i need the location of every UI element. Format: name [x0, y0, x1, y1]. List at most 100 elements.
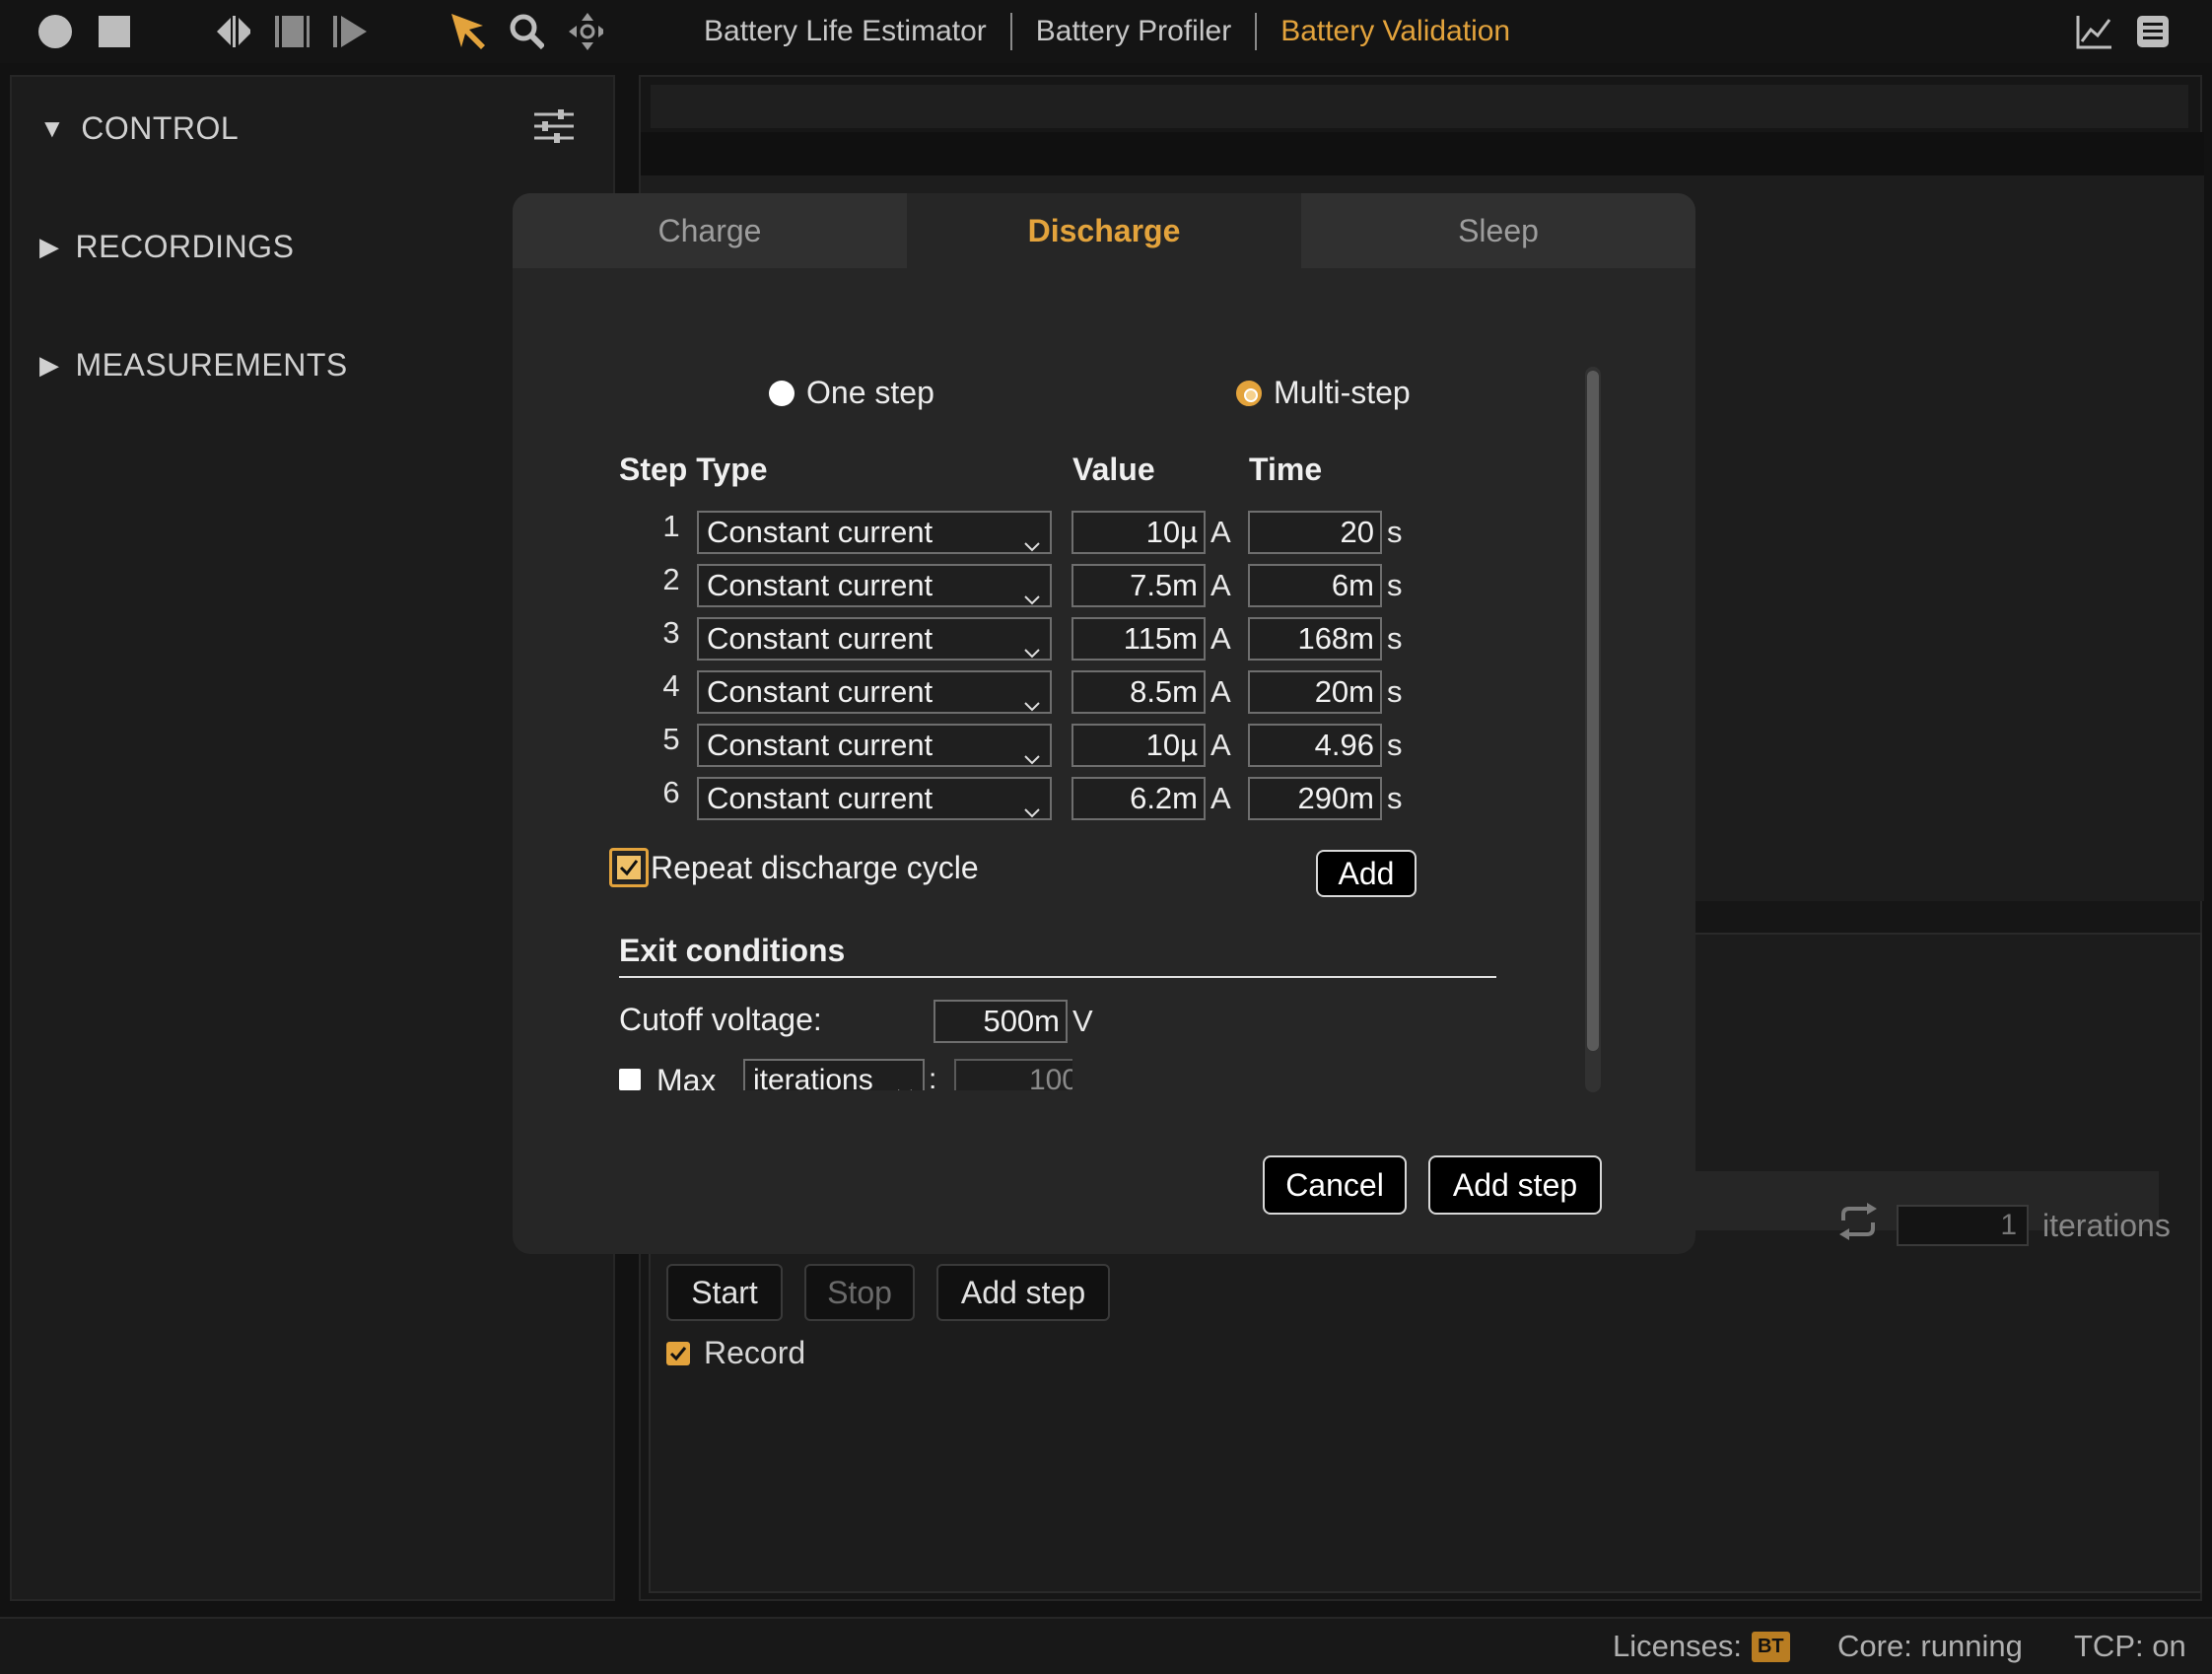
step-time-input[interactable]: 4.96 [1248, 724, 1382, 767]
radio-off-icon [769, 381, 795, 406]
triangle-down-icon: ▼ [39, 113, 65, 144]
top-toolbar: Battery Life Estimator Battery Profiler … [0, 0, 2212, 63]
col-step-type: Step Type [619, 452, 768, 488]
step-value-input[interactable]: 115m [1071, 617, 1206, 661]
chevron-down-icon [895, 1073, 915, 1090]
step-number: 4 [657, 668, 686, 704]
stop-button[interactable]: Stop [804, 1264, 915, 1321]
status-bar: Licenses: BT Core: running TCP: on [0, 1617, 2212, 1674]
record-checkbox[interactable]: Record [666, 1335, 805, 1371]
tab-battery-validation[interactable]: Battery Validation [1257, 15, 1534, 48]
section-label: RECORDINGS [76, 229, 295, 265]
radio-label: One step [806, 375, 934, 411]
max-label: Max [657, 1063, 716, 1090]
max-value-input[interactable]: 100 [954, 1059, 1072, 1090]
menu-icon[interactable] [2135, 14, 2171, 49]
step-forward-icon[interactable] [331, 14, 367, 49]
max-checkbox[interactable] [619, 1069, 641, 1090]
iterations-label: iterations [2042, 1208, 2171, 1244]
chart-icon[interactable] [2076, 14, 2111, 49]
iterations-input[interactable]: 1 [1897, 1205, 2029, 1246]
iterations-control: 1 iterations [1837, 1203, 2171, 1248]
radio-multi-step[interactable]: Multi-step [1236, 375, 1411, 411]
cutoff-unit: V [1072, 1000, 1093, 1043]
step-type-select[interactable]: Constant current [697, 777, 1052, 820]
time-unit: s [1387, 617, 1403, 661]
step-type-select[interactable]: Constant current [697, 617, 1052, 661]
license-badge: BT [1752, 1632, 1790, 1662]
triangle-right-icon: ▶ [39, 350, 60, 381]
step-row: 2 Constant current 7.5m A 6m s [513, 562, 1695, 607]
repeat-discharge-checkbox[interactable]: Repeat discharge cycle [609, 848, 979, 887]
step-value-input[interactable]: 6.2m [1071, 777, 1206, 820]
section-label: CONTROL [81, 110, 239, 147]
step-type-select[interactable]: Constant current [697, 564, 1052, 607]
col-time: Time [1249, 452, 1322, 488]
pan-icon[interactable] [568, 14, 603, 49]
cutoff-voltage-label: Cutoff voltage: [619, 1002, 822, 1038]
step-value-input[interactable]: 8.5m [1071, 670, 1206, 714]
section-label: MEASUREMENTS [76, 347, 348, 384]
licenses-status: Licenses: BT [1613, 1629, 1790, 1664]
step-time-input[interactable]: 6m [1248, 564, 1382, 607]
step-value-input[interactable]: 10µ [1071, 511, 1206, 554]
col-value: Value [1072, 452, 1155, 488]
tab-battery-life-estimator[interactable]: Battery Life Estimator [680, 15, 1010, 48]
time-unit: s [1387, 511, 1403, 554]
discharge-dialog: Charge Discharge Sleep One step Multi-st… [513, 193, 1695, 1254]
step-number: 2 [657, 562, 686, 597]
value-unit: A [1210, 724, 1231, 767]
tab-charge[interactable]: Charge [513, 193, 907, 268]
stop-icon[interactable] [97, 14, 132, 49]
record-label: Record [704, 1335, 805, 1371]
scrollbar-thumb[interactable] [1587, 371, 1599, 1051]
step-time-input[interactable]: 168m [1248, 617, 1382, 661]
max-type-select[interactable]: iterations [743, 1059, 925, 1090]
zoom-icon[interactable] [509, 14, 544, 49]
time-unit: s [1387, 564, 1403, 607]
section-control[interactable]: ▼ CONTROL [39, 110, 239, 147]
tab-sleep[interactable]: Sleep [1301, 193, 1695, 268]
licenses-label: Licenses: [1613, 1629, 1742, 1664]
add-step-button[interactable]: Add step [1428, 1155, 1602, 1215]
section-measurements[interactable]: ▶ MEASUREMENTS [39, 347, 348, 384]
tab-battery-profiler[interactable]: Battery Profiler [1012, 15, 1255, 48]
step-number: 3 [657, 615, 686, 651]
step-number: 6 [657, 775, 686, 810]
step-time-input[interactable]: 290m [1248, 777, 1382, 820]
time-unit: s [1387, 670, 1403, 714]
cutoff-voltage-input[interactable]: 500m [933, 1000, 1068, 1043]
add-step-button-bg[interactable]: Add step [936, 1264, 1110, 1321]
pointer-icon[interactable] [449, 14, 485, 49]
record-icon[interactable] [37, 14, 73, 49]
repeat-label: Repeat discharge cycle [651, 850, 979, 886]
checkbox-checked-icon [609, 848, 649, 887]
step-type-select[interactable]: Constant current [697, 670, 1052, 714]
split-icon[interactable] [215, 14, 250, 49]
add-button[interactable]: Add [1316, 850, 1417, 897]
cancel-button[interactable]: Cancel [1263, 1155, 1407, 1215]
section-recordings[interactable]: ▶ RECORDINGS [39, 229, 294, 265]
chevron-down-icon [1022, 791, 1042, 830]
frame-icon[interactable] [274, 14, 310, 49]
tcp-status: TCP: on [2074, 1629, 2186, 1664]
step-row: 6 Constant current 6.2m A 290m s [513, 775, 1695, 820]
chevron-down-icon [1022, 578, 1042, 617]
tab-discharge[interactable]: Discharge [907, 193, 1301, 268]
step-time-input[interactable]: 20 [1248, 511, 1382, 554]
step-row: 4 Constant current 8.5m A 20m s [513, 668, 1695, 714]
value-unit: A [1210, 617, 1231, 661]
radio-one-step[interactable]: One step [769, 375, 934, 411]
step-value-input[interactable]: 7.5m [1071, 564, 1206, 607]
step-value-input[interactable]: 10µ [1071, 724, 1206, 767]
step-type-select[interactable]: Constant current [697, 511, 1052, 554]
step-number: 1 [657, 509, 686, 544]
start-button[interactable]: Start [666, 1264, 783, 1321]
triangle-right-icon: ▶ [39, 232, 60, 262]
step-time-input[interactable]: 20m [1248, 670, 1382, 714]
sliders-icon[interactable] [532, 106, 576, 151]
value-unit: A [1210, 670, 1231, 714]
max-condition-row: Max iterations : 100 [619, 1059, 1072, 1090]
step-type-select[interactable]: Constant current [697, 724, 1052, 767]
chevron-down-icon [1022, 737, 1042, 777]
